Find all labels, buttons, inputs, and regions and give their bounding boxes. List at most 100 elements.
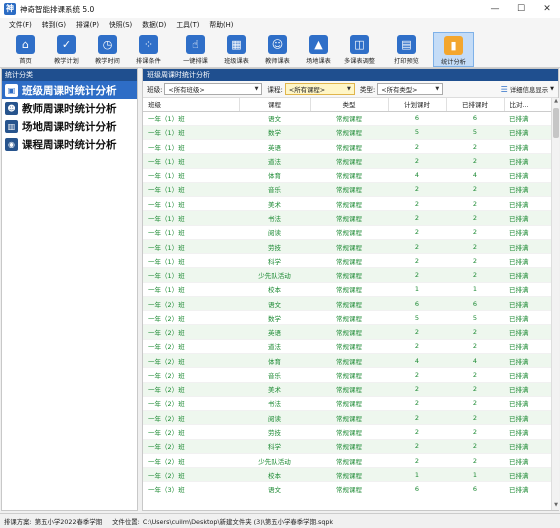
table-row[interactable]: 一年（2）班 劳技 常规课程 2 2 已排满 bbox=[143, 424, 551, 440]
table-row[interactable]: 一年（1）班 书法 常规课程 2 2 已排满 bbox=[143, 210, 551, 226]
toolbar-class-schedule-button[interactable]: ▦ 班级课表 bbox=[216, 32, 257, 67]
menu-data[interactable]: 数据(D) bbox=[137, 18, 171, 32]
nav-label: 场地周课时统计分析 bbox=[22, 120, 117, 133]
table-cell: 已排满 bbox=[504, 339, 551, 355]
table-row[interactable]: 一年（1）班 美术 常规课程 2 2 已排满 bbox=[143, 196, 551, 212]
scroll-down-icon[interactable]: ▼ bbox=[552, 502, 560, 510]
table-row[interactable]: 一年（2）班 英语 常规课程 2 2 已排满 bbox=[143, 324, 551, 340]
class-filter-select[interactable]: <所有班级> ▼ bbox=[164, 83, 263, 95]
table-cell: 2 bbox=[388, 367, 446, 383]
table-cell: 常规课程 bbox=[310, 125, 388, 141]
table-cell: 常规课程 bbox=[310, 282, 388, 297]
detail-display-button[interactable]: ☰ 详细信息显示 ▼ bbox=[501, 85, 554, 94]
table-row[interactable]: 一年（1）班 语文 常规课程 6 6 已排满 bbox=[143, 111, 551, 126]
menu-snapshot[interactable]: 快照(S) bbox=[104, 18, 137, 32]
toolbar-teaching-time-button[interactable]: ◷ 教学时间 bbox=[87, 32, 128, 67]
table-row[interactable]: 一年（2）班 数学 常规课程 5 5 已排满 bbox=[143, 310, 551, 326]
table-cell: 已排满 bbox=[504, 367, 551, 383]
nav-teacher-weekly-stats[interactable]: ☻ 教师周课时统计分析 bbox=[2, 99, 137, 117]
course-filter-select[interactable]: <所有课程> ▼ bbox=[284, 83, 355, 95]
minimize-button[interactable]: — bbox=[482, 0, 508, 18]
table-cell: 2 bbox=[388, 382, 446, 397]
table-row[interactable]: 一年（2）班 体育 常规课程 4 4 已排满 bbox=[143, 353, 551, 369]
toolbar-teaching-plan-button[interactable]: ✓ 教学计划 bbox=[46, 32, 87, 67]
table-row[interactable]: 一年（1）班 劳技 常规课程 2 2 已排满 bbox=[143, 239, 551, 255]
table-row[interactable]: 一年（1）班 体育 常规课程 4 4 已排满 bbox=[143, 168, 551, 183]
toolbar-label: 首页 bbox=[19, 58, 32, 65]
table-cell: 1 bbox=[446, 467, 504, 483]
table-row[interactable]: 一年（2）班 语文 常规课程 6 6 已排满 bbox=[143, 296, 551, 312]
toolbar-home-button[interactable]: ⌂ 首页 bbox=[5, 32, 46, 67]
scrollbar-thumb[interactable] bbox=[553, 108, 559, 138]
vertical-scrollbar[interactable]: ▲ ▼ bbox=[551, 98, 559, 510]
toolbar-auto-schedule-button[interactable]: ☝ 一键排课 bbox=[175, 32, 216, 67]
table-cell: 4 bbox=[446, 353, 504, 369]
menu-goto[interactable]: 转到(G) bbox=[37, 18, 71, 32]
table-cell: 一年（1）班 bbox=[143, 239, 239, 255]
column-header[interactable]: 班级 bbox=[143, 98, 240, 112]
nav-course-weekly-stats[interactable]: ◉ 课程周课时统计分析 bbox=[2, 135, 137, 153]
menu-schedule[interactable]: 排课(P) bbox=[71, 18, 104, 32]
table-row[interactable]: 一年（3）班 语文 常规课程 6 6 已排满 bbox=[143, 481, 551, 494]
table-row[interactable]: 一年（2）班 科学 常规课程 2 2 已排满 bbox=[143, 439, 551, 454]
table-row[interactable]: 一年（2）班 美术 常规课程 2 2 已排满 bbox=[143, 382, 551, 397]
toolbar-label: 教师课表 bbox=[265, 58, 290, 65]
table-cell: 已排满 bbox=[504, 111, 551, 126]
table-cell: 常规课程 bbox=[310, 267, 388, 283]
table-cell: 2 bbox=[388, 182, 446, 198]
toolbar-teacher-schedule-button[interactable]: ☺ 教师课表 bbox=[257, 32, 298, 67]
filter-bar: 班级: <所有班级> ▼ 课程: <所有课程> ▼ 类型: <所有类型> ▼ ☰… bbox=[143, 81, 558, 98]
table-cell: 1 bbox=[388, 467, 446, 483]
toolbar-label: 一键排课 bbox=[183, 58, 208, 65]
column-header[interactable]: 类型 bbox=[310, 98, 389, 112]
table-cell: 2 bbox=[446, 253, 504, 269]
table-row[interactable]: 一年（1）班 校本 常规课程 1 1 已排满 bbox=[143, 282, 551, 297]
nav-venue-weekly-stats[interactable]: ▥ 场地周课时统计分析 bbox=[2, 117, 137, 135]
maximize-button[interactable]: ☐ bbox=[508, 0, 534, 18]
table-cell: 一年（2）班 bbox=[143, 439, 239, 454]
toolbar-conditions-button[interactable]: ⁘ 排课条件 bbox=[128, 32, 169, 67]
table-row[interactable]: 一年（1）班 数学 常规课程 5 5 已排满 bbox=[143, 125, 551, 141]
column-header[interactable]: 计划课时 bbox=[388, 98, 447, 112]
table-cell: 一年（2）班 bbox=[143, 296, 239, 312]
table-row[interactable]: 一年（2）班 阅读 常规课程 2 2 已排满 bbox=[143, 410, 551, 426]
menu-help[interactable]: 帮助(H) bbox=[204, 18, 238, 32]
nav-class-weekly-stats[interactable]: ▣ 班级周课时统计分析 bbox=[2, 81, 137, 99]
table-row[interactable]: 一年（1）班 英语 常规课程 2 2 已排满 bbox=[143, 139, 551, 155]
nav-label: 班级周课时统计分析 bbox=[22, 84, 117, 97]
table-cell: 已排满 bbox=[504, 196, 551, 212]
table-cell: 体育 bbox=[239, 168, 310, 183]
table-row[interactable]: 一年（1）班 音乐 常规课程 2 2 已排满 bbox=[143, 182, 551, 198]
nav-label: 教师周课时统计分析 bbox=[22, 102, 117, 115]
table-row[interactable]: 一年（1）班 少先队活动 常规课程 2 2 已排满 bbox=[143, 267, 551, 283]
table-row[interactable]: 一年（2）班 道法 常规课程 2 2 已排满 bbox=[143, 339, 551, 355]
toolbar-print-preview-button[interactable]: ▤ 打印预览 bbox=[386, 32, 427, 67]
menu-bar: 文件(F) 转到(G) 排课(P) 快照(S) 数据(D) 工具(T) 帮助(H… bbox=[0, 18, 560, 32]
table-row[interactable]: 一年（2）班 少先队活动 常规课程 2 2 已排满 bbox=[143, 453, 551, 469]
table-cell: 已排满 bbox=[504, 168, 551, 183]
toolbar-statistics-button[interactable]: ▮ 统计分析 bbox=[433, 32, 474, 67]
type-filter-select[interactable]: <所有类型> ▼ bbox=[377, 83, 444, 95]
toolbar-multi-adjust-button[interactable]: ◫ 多课表调整 bbox=[339, 32, 380, 67]
table-cell: 已排满 bbox=[504, 153, 551, 169]
table-cell: 已排满 bbox=[504, 382, 551, 397]
table-cell: 科学 bbox=[239, 253, 310, 269]
table-row[interactable]: 一年（2）班 书法 常规课程 2 2 已排满 bbox=[143, 396, 551, 412]
table-cell: 阅读 bbox=[239, 410, 310, 426]
column-header[interactable]: 比对... bbox=[504, 98, 551, 112]
column-header[interactable]: 课程 bbox=[239, 98, 311, 112]
close-button[interactable]: ✕ bbox=[534, 0, 560, 18]
table-row[interactable]: 一年（1）班 道法 常规课程 2 2 已排满 bbox=[143, 153, 551, 169]
table-row[interactable]: 一年（2）班 音乐 常规课程 2 2 已排满 bbox=[143, 367, 551, 383]
menu-file[interactable]: 文件(F) bbox=[4, 18, 37, 32]
menu-tools[interactable]: 工具(T) bbox=[171, 18, 204, 32]
toolbar-venue-schedule-button[interactable]: ▲ 场地课表 bbox=[298, 32, 339, 67]
table-cell: 2 bbox=[388, 324, 446, 340]
multi-table-icon: ◫ bbox=[350, 35, 369, 54]
table-row[interactable]: 一年（2）班 校本 常规课程 1 1 已排满 bbox=[143, 467, 551, 483]
table-row[interactable]: 一年（1）班 科学 常规课程 2 2 已排满 bbox=[143, 253, 551, 269]
table-cell: 已排满 bbox=[504, 210, 551, 226]
column-header[interactable]: 已排课时 bbox=[446, 98, 505, 112]
table-row[interactable]: 一年（1）班 阅读 常规课程 2 2 已排满 bbox=[143, 225, 551, 240]
scroll-up-icon[interactable]: ▲ bbox=[552, 98, 560, 106]
